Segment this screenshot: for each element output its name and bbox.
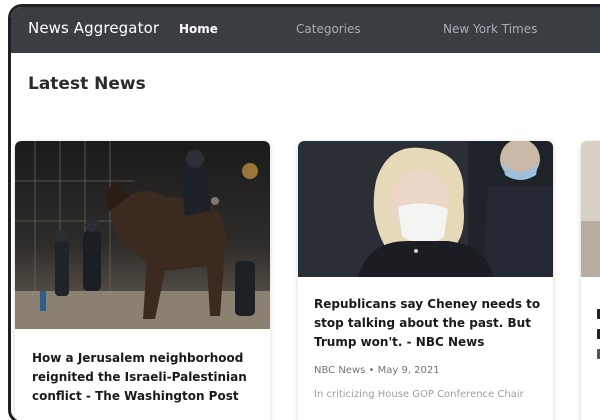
nav-home[interactable]: Home [179,22,218,36]
article-image[interactable] [298,141,553,277]
brand-logo[interactable]: News Aggregator [28,19,159,37]
news-card[interactable]: Republicans say Cheney needs to stop tal… [298,141,553,420]
woman-with-mask-photo [298,141,553,277]
app-window: News Aggregator Home Categories New York… [8,4,600,420]
article-description: In criticizing House GOP Conference Chai… [314,389,524,400]
police-on-horseback-photo [15,141,270,329]
nav-categories[interactable]: Categories [296,22,361,36]
partial-photo [581,141,600,277]
news-card[interactable]: How a Jerusalem neighborhood reignited t… [15,141,270,420]
article-title[interactable]: How a Jerusalem neighborhood reignited t… [32,349,257,406]
article-image[interactable] [581,141,600,277]
news-card[interactable] [581,141,600,420]
page-title: Latest News [28,74,146,94]
article-meta: NBC News • May 9, 2021 [314,365,440,376]
article-title[interactable]: Republicans say Cheney needs to stop tal… [314,295,542,352]
article-image[interactable] [15,141,270,329]
navbar: News Aggregator Home Categories New York… [11,7,600,53]
nav-new-york-times[interactable]: New York Times [443,22,537,36]
